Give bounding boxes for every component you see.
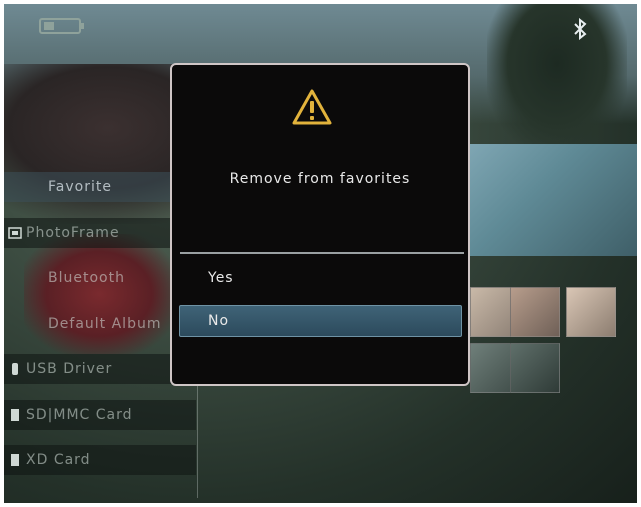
battery-icon: [34, 12, 90, 40]
thumbnail[interactable]: [510, 343, 560, 393]
sidebar-item-label: USB Driver: [26, 361, 113, 377]
bluetooth-icon: [570, 16, 590, 42]
sidebar-item-label: SD|MMC Card: [26, 407, 133, 423]
sidebar-menu: Favorite PhotoFrame Bluetooth Default Al…: [4, 172, 196, 492]
confirm-dialog: Remove from favorites Yes No: [170, 63, 470, 386]
sidebar-item-label: XD Card: [26, 452, 91, 468]
sidebar-item-usb-driver[interactable]: USB Driver: [4, 354, 196, 384]
thumbnail-grid: [470, 287, 637, 397]
sidebar-item-default-album[interactable]: Default Album: [4, 309, 196, 339]
sidebar-item-label: Default Album: [48, 316, 162, 332]
sidebar-item-sd-mmc-card[interactable]: SD|MMC Card: [4, 400, 196, 430]
warning-icon: [290, 87, 334, 127]
sidebar-item-xd-card[interactable]: XD Card: [4, 445, 196, 475]
sidebar-item-photoframe[interactable]: PhotoFrame: [4, 218, 196, 248]
thumbnail[interactable]: [510, 287, 560, 337]
dialog-divider: [180, 252, 464, 254]
dialog-message: Remove from favorites: [229, 171, 411, 187]
sidebar-item-favorite[interactable]: Favorite: [4, 172, 196, 202]
yes-button[interactable]: Yes: [180, 263, 462, 293]
card-icon: [8, 408, 22, 422]
no-button[interactable]: No: [179, 305, 462, 337]
photo-preview: [470, 144, 637, 256]
thumbnail[interactable]: [566, 287, 616, 337]
sidebar-item-bluetooth[interactable]: Bluetooth: [4, 263, 196, 293]
background-tree: [487, 4, 627, 154]
card-icon: [8, 453, 22, 467]
usb-icon: [8, 362, 22, 376]
photoframe-icon: [8, 226, 22, 240]
sidebar-item-label: PhotoFrame: [26, 225, 120, 241]
no-label: No: [208, 313, 230, 329]
sidebar-item-label: Favorite: [48, 179, 112, 195]
yes-label: Yes: [208, 270, 234, 286]
sidebar-item-label: Bluetooth: [48, 270, 125, 286]
